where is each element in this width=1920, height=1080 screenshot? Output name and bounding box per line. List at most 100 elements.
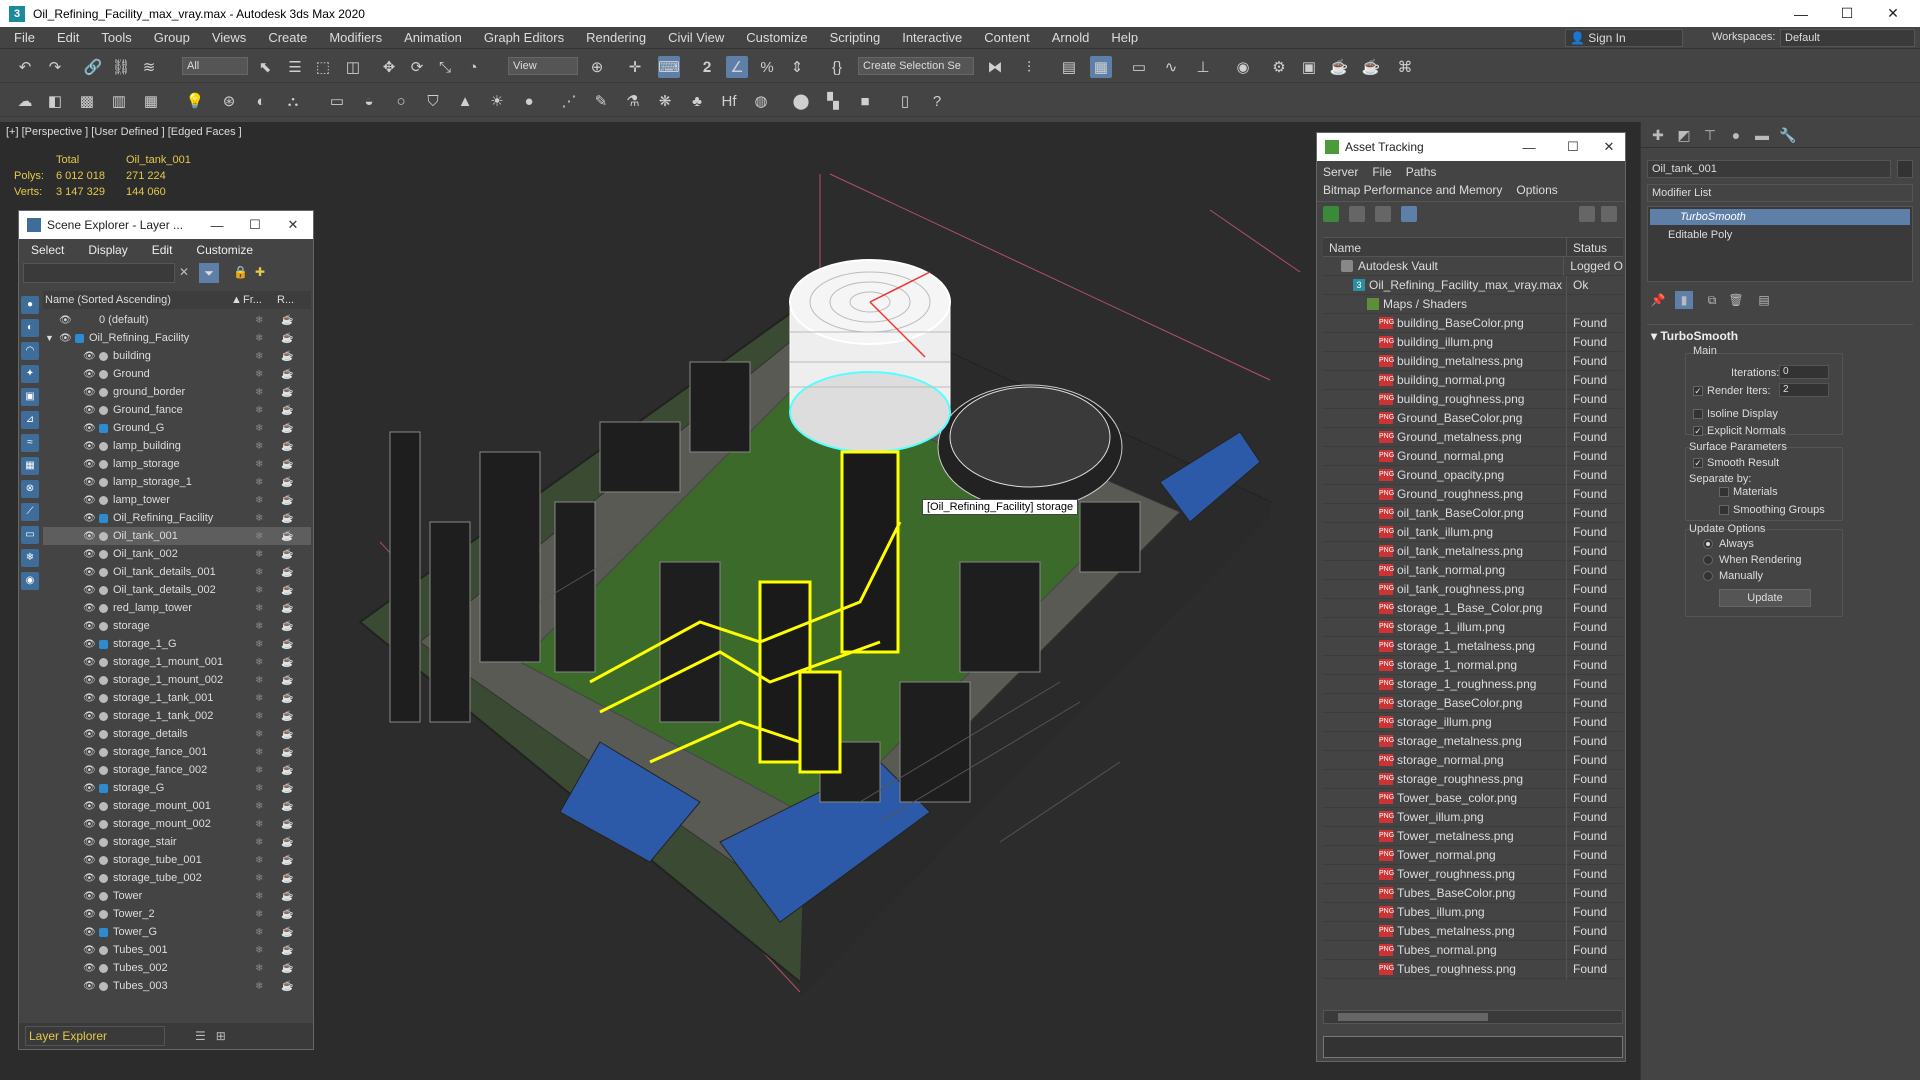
- asset-row[interactable]: PNG Ground_opacity.png Found: [1323, 465, 1623, 485]
- asset-row[interactable]: PNG storage_roughness.png Found: [1323, 769, 1623, 789]
- sign-in-dropdown[interactable]: 👤 Sign In: [1565, 29, 1683, 47]
- renderable-icon[interactable]: ☕: [281, 495, 293, 506]
- visibility-eye-icon[interactable]: 👁: [83, 495, 96, 506]
- renderable-icon[interactable]: ☕: [281, 765, 293, 776]
- display-helpers-icon[interactable]: ⊿: [21, 411, 39, 429]
- tree-row[interactable]: 👁 0 (default) ❄ ☕: [43, 311, 311, 329]
- asset-row[interactable]: PNG storage_BaseColor.png Found: [1323, 693, 1623, 713]
- tree-row[interactable]: 👁 storage_mount_002 ❄ ☕: [43, 815, 311, 833]
- visibility-eye-icon[interactable]: 👁: [83, 945, 96, 956]
- menu-create[interactable]: Create: [257, 30, 318, 45]
- name-column-header[interactable]: Name: [1323, 238, 1567, 256]
- renderable-icon[interactable]: ☕: [281, 459, 293, 470]
- vray-save-icon[interactable]: ▯: [894, 90, 916, 112]
- search-input[interactable]: [23, 263, 175, 283]
- visibility-eye-icon[interactable]: 👁: [83, 783, 96, 794]
- renderable-icon[interactable]: ☕: [281, 603, 293, 614]
- display-lights-icon[interactable]: ✦: [21, 365, 39, 383]
- asset-row[interactable]: PNG Tubes_illum.png Found: [1323, 902, 1623, 922]
- vray-toggle-icon[interactable]: ◐: [250, 90, 272, 112]
- menu-rendering[interactable]: Rendering: [575, 30, 657, 45]
- visibility-eye-icon[interactable]: 👁: [83, 765, 96, 776]
- visibility-eye-icon[interactable]: 👁: [83, 513, 96, 524]
- rotate-icon[interactable]: ⟳: [406, 56, 428, 78]
- spinner-snap-icon[interactable]: ⇕: [786, 56, 808, 78]
- visibility-eye-icon[interactable]: 👁: [83, 351, 96, 362]
- at-menu-bitmap-performance[interactable]: Bitmap Performance and Memory: [1323, 183, 1502, 197]
- tree-row[interactable]: 👁 storage ❄ ☕: [43, 617, 311, 635]
- vray-cube-icon[interactable]: ■: [854, 90, 876, 112]
- at-menu-file[interactable]: File: [1372, 165, 1391, 179]
- modify-tab-icon[interactable]: ◩: [1675, 126, 1693, 144]
- material-editor-icon[interactable]: ◉: [1232, 56, 1254, 78]
- renderable-icon[interactable]: ☕: [281, 657, 293, 668]
- lock-icon[interactable]: 🔒: [233, 265, 248, 279]
- vray-mtl-sphere-icon[interactable]: ⬤: [790, 90, 812, 112]
- asset-row[interactable]: PNG Tubes_metalness.png Found: [1323, 921, 1623, 941]
- vray-ipr-icon[interactable]: ▥: [108, 90, 130, 112]
- renderable-icon[interactable]: ☕: [281, 981, 293, 992]
- menu-customize[interactable]: Customize: [735, 30, 818, 45]
- freeze-icon[interactable]: ❄: [255, 603, 263, 614]
- viewport-label[interactable]: [+] [Perspective ] [User Defined ] [Edge…: [6, 126, 242, 138]
- freeze-icon[interactable]: ❄: [255, 387, 263, 398]
- visibility-eye-icon[interactable]: 👁: [83, 819, 96, 830]
- asset-tracking-titlebar[interactable]: Asset Tracking — ☐ ✕: [1317, 133, 1625, 161]
- freeze-icon[interactable]: ❄: [255, 747, 263, 758]
- visibility-eye-icon[interactable]: 👁: [83, 369, 96, 380]
- tree-row[interactable]: 👁 storage_details ❄ ☕: [43, 725, 311, 743]
- visibility-eye-icon[interactable]: 👁: [83, 441, 96, 452]
- motion-tab-icon[interactable]: ●: [1727, 126, 1745, 144]
- visibility-eye-icon[interactable]: 👁: [83, 477, 96, 488]
- visibility-eye-icon[interactable]: 👁: [83, 693, 96, 704]
- menu-arnold[interactable]: Arnold: [1041, 30, 1101, 45]
- freeze-icon[interactable]: ❄: [255, 981, 263, 992]
- render-iters-checkbox[interactable]: ✓: [1693, 386, 1703, 396]
- configure-modifier-sets-icon[interactable]: ▤: [1755, 291, 1773, 309]
- visibility-eye-icon[interactable]: 👁: [83, 585, 96, 596]
- freeze-icon[interactable]: ❄: [255, 729, 263, 740]
- tree-row[interactable]: 👁 building ❄ ☕: [43, 347, 311, 365]
- se-menu-display[interactable]: Display: [76, 243, 139, 257]
- bind-spacewarp-icon[interactable]: ≋: [138, 56, 160, 78]
- freeze-icon[interactable]: ❄: [255, 963, 263, 974]
- freeze-icon[interactable]: ❄: [255, 891, 263, 902]
- visibility-eye-icon[interactable]: 👁: [59, 315, 72, 326]
- tree-row[interactable]: 👁 Oil_tank_details_001 ❄ ☕: [43, 563, 311, 581]
- display-bones-icon[interactable]: ⟋: [21, 503, 39, 521]
- se-menu-select[interactable]: Select: [19, 243, 76, 257]
- move-icon[interactable]: ✥: [378, 56, 400, 78]
- renderable-icon[interactable]: ☕: [281, 873, 293, 884]
- display-shapes-icon[interactable]: ◠: [21, 342, 39, 360]
- renderable-icon[interactable]: ☕: [281, 369, 293, 380]
- renderable-icon[interactable]: ☕: [281, 945, 293, 956]
- asset-row[interactable]: Maps / Shaders: [1323, 294, 1623, 314]
- percent-snap-icon[interactable]: %: [756, 56, 778, 78]
- vray-hf-icon[interactable]: Hf: [718, 90, 740, 112]
- display-all-icon[interactable]: ●: [21, 296, 39, 314]
- path-field[interactable]: [1323, 1036, 1623, 1058]
- visibility-eye-icon[interactable]: 👁: [83, 747, 96, 758]
- asset-row[interactable]: 3 Oil_Refining_Facility_max_vray.max Ok: [1323, 275, 1623, 295]
- update-button[interactable]: Update: [1719, 589, 1811, 607]
- clear-search-icon[interactable]: ✕: [179, 265, 189, 279]
- menu-tools[interactable]: Tools: [90, 30, 142, 45]
- asset-row[interactable]: PNG Tower_roughness.png Found: [1323, 864, 1623, 884]
- renderable-icon[interactable]: ☕: [281, 963, 293, 974]
- tree-row[interactable]: 👁 Tower ❄ ☕: [43, 887, 311, 905]
- render-column-header[interactable]: R...: [277, 294, 294, 306]
- visibility-eye-icon[interactable]: 👁: [83, 639, 96, 650]
- align-icon[interactable]: ⫶: [1018, 56, 1040, 78]
- horizontal-scrollbar[interactable]: [1323, 1010, 1623, 1024]
- utilities-tab-icon[interactable]: 🔧: [1779, 126, 1797, 144]
- tree-row[interactable]: 👁 storage_1_mount_002 ❄ ☕: [43, 671, 311, 689]
- freeze-icon[interactable]: ❄: [255, 513, 263, 524]
- tree-row[interactable]: 👁 storage_1_G ❄ ☕: [43, 635, 311, 653]
- vray-grid-icon[interactable]: ▦: [140, 90, 162, 112]
- vray-clipper-icon[interactable]: ◍: [750, 90, 772, 112]
- toggle-ribbon-icon[interactable]: ▭: [1128, 56, 1150, 78]
- tree-row[interactable]: 👁 Tower_2 ❄ ☕: [43, 905, 311, 923]
- renderable-icon[interactable]: ☕: [281, 693, 293, 704]
- visibility-eye-icon[interactable]: 👁: [83, 531, 96, 542]
- display-hidden-icon[interactable]: ◉: [21, 572, 39, 590]
